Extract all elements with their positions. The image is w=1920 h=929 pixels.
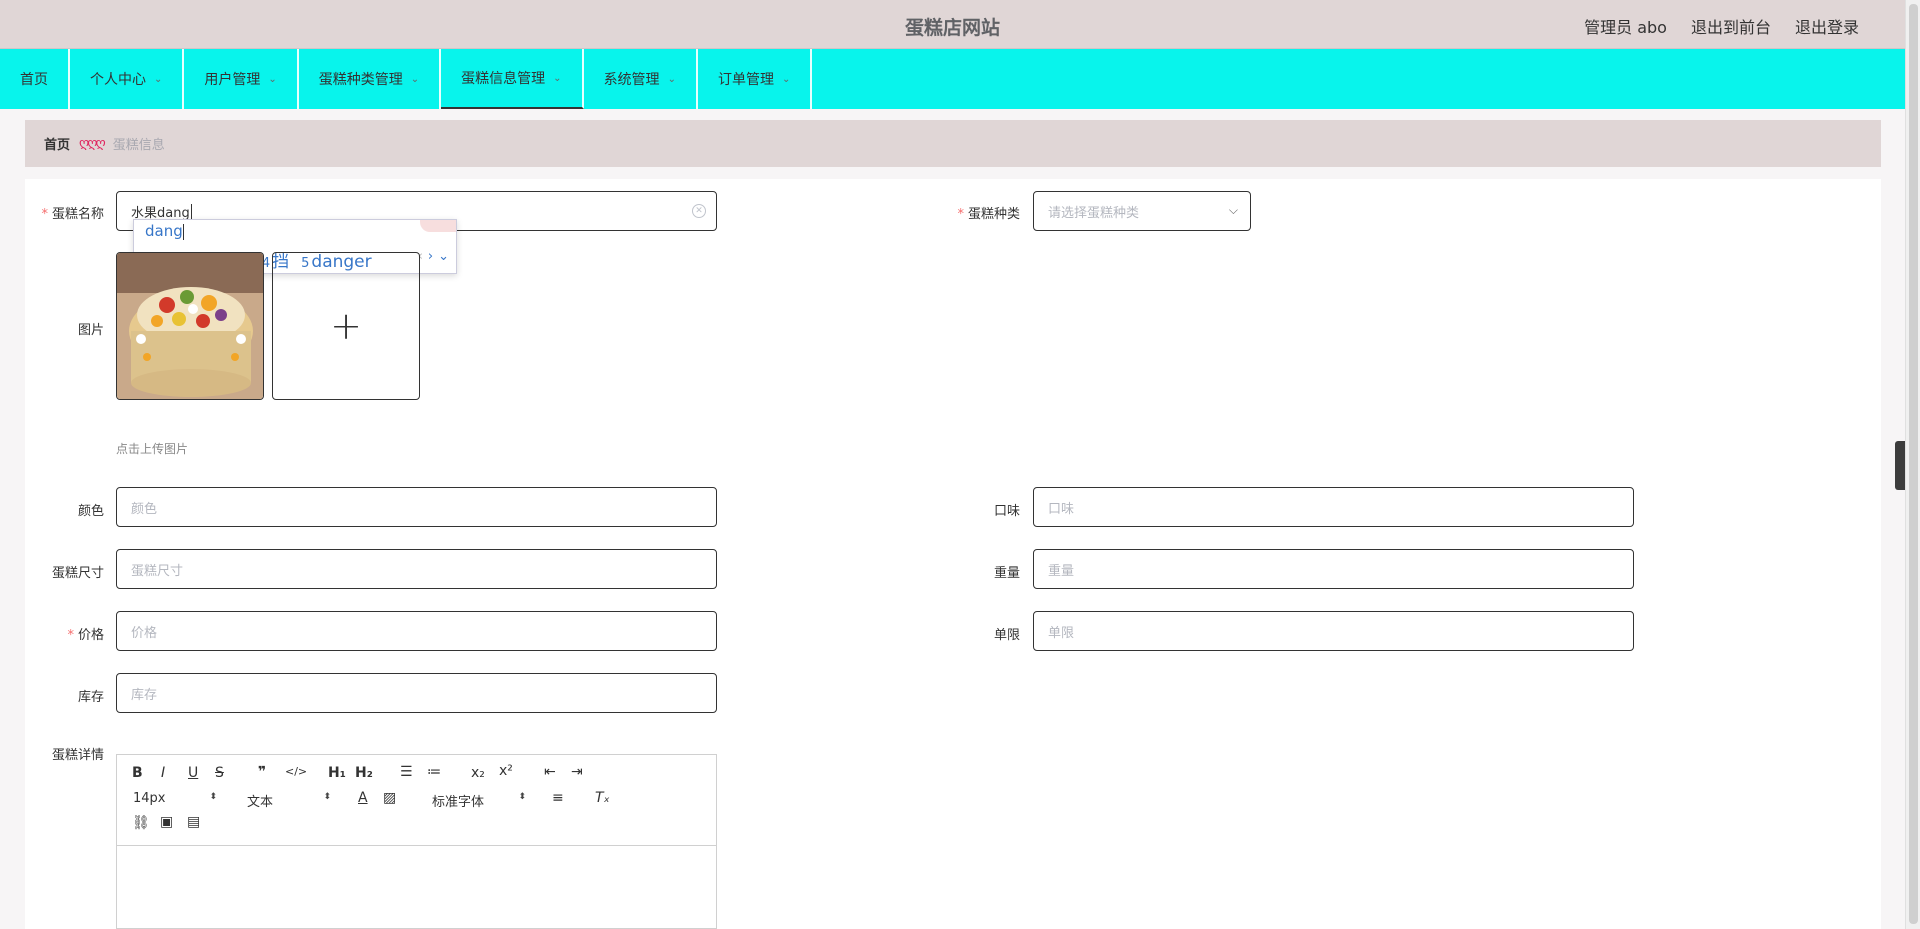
nav-cake-info-management[interactable]: 蛋糕信息管理 ⌄ <box>441 49 584 109</box>
cake-thumbnail <box>117 253 263 399</box>
chevron-down-icon: ⌄ <box>268 73 277 85</box>
clear-format-icon[interactable]: Tₓ <box>595 790 610 806</box>
rich-text-editor: B I U S ❞ </> H₁ H₂ ☰ ≔ x₂ x² ⇤ ⇥ 14px ⬍ … <box>116 754 717 929</box>
size-input[interactable]: 蛋糕尺寸 <box>116 549 717 589</box>
expand-icon[interactable]: ⌄ <box>438 249 449 264</box>
code-block-icon[interactable]: </> <box>285 765 307 778</box>
text-caret <box>190 203 192 219</box>
limit-input[interactable]: 单限 <box>1033 611 1634 651</box>
next-page-icon[interactable]: › <box>428 249 433 264</box>
strike-icon[interactable]: S <box>215 765 224 781</box>
bullet-list-icon[interactable]: ≔ <box>427 764 441 780</box>
limit-label: 单限 <box>993 628 1020 643</box>
chevron-down-icon: ⌄ <box>667 73 676 85</box>
nav-order-management[interactable]: 订单管理 ⌄ <box>698 49 813 109</box>
image-label: 图片 <box>77 323 104 338</box>
font-family-select[interactable]: 标准字体 ⬍ <box>432 791 526 810</box>
ime-pager: ‹ › ⌄ <box>418 249 449 264</box>
taste-label: 口味 <box>993 504 1020 519</box>
stock-input[interactable]: 库存 <box>116 673 717 713</box>
stock-label: 库存 <box>77 690 104 705</box>
header-2-icon[interactable]: H₂ <box>355 765 373 781</box>
header-links: 管理员 abo 退出到前台 退出登录 <box>1584 14 1859 38</box>
chevron-down-icon: ⌄ <box>154 73 163 85</box>
ordered-list-icon[interactable]: ☰ <box>400 764 413 780</box>
editor-toolbar: B I U S ❞ </> H₁ H₂ ☰ ≔ x₂ x² ⇤ ⇥ 14px ⬍ … <box>117 755 716 846</box>
chevron-down-icon: ⌵ <box>1228 203 1238 217</box>
top-header: 蛋糕店网站 管理员 abo 退出到前台 退出登录 <box>0 0 1905 49</box>
upload-hint: 点击上传图片 <box>116 442 189 456</box>
ime-composition: dang <box>145 222 184 240</box>
breadcrumb: 首页 ღღღ 蛋糕信息 <box>25 120 1881 167</box>
underline-icon[interactable]: U <box>188 765 198 781</box>
video-icon[interactable]: ▤ <box>187 814 200 830</box>
align-icon[interactable]: ≡ <box>552 790 564 806</box>
nav-personal-center[interactable]: 个人中心 ⌄ <box>70 49 185 109</box>
main-nav: 首页 个人中心 ⌄ 用户管理 ⌄ 蛋糕种类管理 ⌄ 蛋糕信息管理 ⌄ 系统管理 ⌄ 订单管… <box>0 49 1905 109</box>
nav-system-management[interactable]: 系统管理 ⌄ <box>584 49 698 109</box>
nav-cake-category-management[interactable]: 蛋糕种类管理 ⌄ <box>299 49 442 109</box>
clear-icon[interactable]: ✕ <box>692 204 706 218</box>
outdent-icon[interactable]: ⇤ <box>544 764 556 780</box>
background-color-icon[interactable]: ▨ <box>383 790 396 806</box>
plus-icon: + <box>330 304 362 348</box>
subscript-icon[interactable]: x₂ <box>471 765 485 781</box>
logout-link[interactable]: 退出登录 <box>1795 14 1859 38</box>
bold-icon[interactable]: B <box>132 765 143 781</box>
superscript-icon[interactable]: x² <box>499 763 513 779</box>
color-input[interactable]: 颜色 <box>116 487 717 527</box>
scrollbar-thumb[interactable] <box>1909 4 1918 924</box>
header-1-icon[interactable]: H₁ <box>328 765 346 781</box>
blockquote-icon[interactable]: ❞ <box>258 764 266 780</box>
chevron-down-icon: ⌄ <box>410 73 420 85</box>
italic-icon[interactable]: I <box>161 765 165 781</box>
admin-label: 管理员 abo <box>1584 18 1667 37</box>
nav-home[interactable]: 首页 <box>0 49 70 109</box>
category-label: * 蛋糕种类 <box>957 207 1020 222</box>
font-size-select[interactable]: 14px ⬍ <box>133 791 217 806</box>
name-label: * 蛋糕名称 <box>41 207 104 222</box>
indent-icon[interactable]: ⇥ <box>571 764 583 780</box>
price-input[interactable]: 价格 <box>116 611 717 651</box>
detail-label: 蛋糕详情 <box>51 748 104 763</box>
back-to-front-link[interactable]: 退出到前台 <box>1691 14 1771 38</box>
breadcrumb-home[interactable]: 首页 <box>44 134 70 153</box>
link-icon[interactable]: ⛓ <box>132 815 150 831</box>
taste-input[interactable]: 口味 <box>1033 487 1634 527</box>
image-icon[interactable]: ▣ <box>160 814 173 830</box>
chevron-down-icon: ⌄ <box>781 73 791 85</box>
price-label: * 价格 <box>67 628 104 643</box>
chevron-down-icon: ⌄ <box>553 72 562 84</box>
block-type-select[interactable]: 文本 ⬍ <box>247 791 331 810</box>
uploaded-cake-image[interactable] <box>116 252 264 400</box>
upload-add-button[interactable]: + <box>272 252 420 400</box>
color-label: 颜色 <box>77 504 104 519</box>
font-color-icon[interactable]: A <box>358 790 368 806</box>
nav-user-management[interactable]: 用户管理 ⌄ <box>184 49 299 109</box>
ime-logo-icon <box>420 220 456 232</box>
size-label: 蛋糕尺寸 <box>51 566 104 581</box>
weight-label: 重量 <box>993 566 1020 581</box>
breadcrumb-separator: ღღღ <box>79 136 106 151</box>
page-scrollbar[interactable] <box>1905 0 1920 929</box>
breadcrumb-current: 蛋糕信息 <box>112 138 165 153</box>
weight-input[interactable]: 重量 <box>1033 549 1634 589</box>
category-select[interactable]: 请选择蛋糕种类 ⌵ <box>1033 191 1251 231</box>
